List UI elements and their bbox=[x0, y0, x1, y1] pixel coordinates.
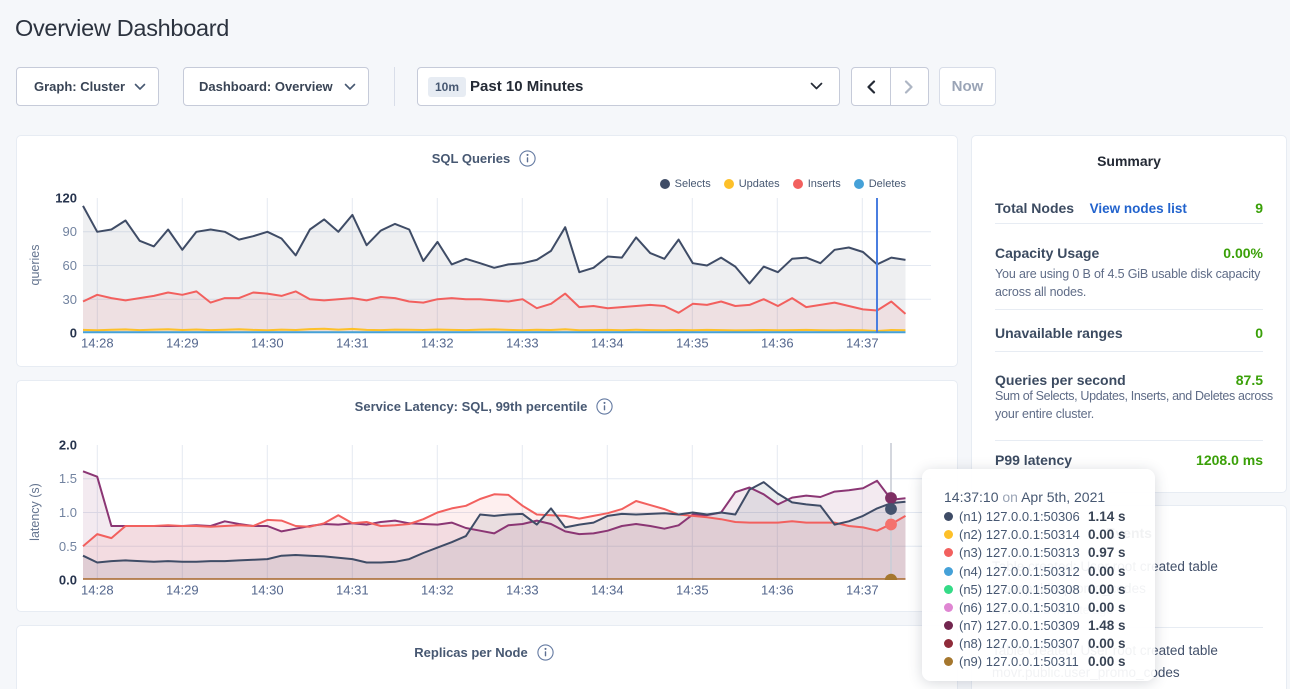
svg-text:14:34: 14:34 bbox=[591, 336, 624, 351]
svg-text:14:35: 14:35 bbox=[676, 583, 709, 598]
svg-text:14:32: 14:32 bbox=[421, 583, 454, 598]
svg-text:60: 60 bbox=[63, 258, 77, 273]
svg-text:30: 30 bbox=[63, 292, 77, 307]
svg-text:14:37: 14:37 bbox=[846, 336, 879, 351]
svg-text:14:30: 14:30 bbox=[251, 583, 284, 598]
svg-text:1.5: 1.5 bbox=[59, 471, 77, 486]
svg-text:14:31: 14:31 bbox=[336, 336, 369, 351]
svg-text:14:33: 14:33 bbox=[506, 336, 539, 351]
svg-text:14:33: 14:33 bbox=[506, 583, 539, 598]
svg-text:0.0: 0.0 bbox=[59, 573, 77, 588]
svg-text:1.0: 1.0 bbox=[59, 505, 77, 520]
svg-text:2.0: 2.0 bbox=[59, 438, 77, 453]
svg-text:14:30: 14:30 bbox=[251, 336, 284, 351]
svg-text:14:31: 14:31 bbox=[336, 583, 369, 598]
svg-text:queries: queries bbox=[28, 245, 42, 286]
svg-text:14:32: 14:32 bbox=[421, 336, 454, 351]
svg-text:0.5: 0.5 bbox=[59, 539, 77, 554]
svg-text:14:36: 14:36 bbox=[761, 336, 794, 351]
svg-text:0: 0 bbox=[70, 326, 77, 341]
svg-text:14:36: 14:36 bbox=[761, 583, 794, 598]
svg-text:14:34: 14:34 bbox=[591, 583, 624, 598]
svg-text:14:28: 14:28 bbox=[81, 583, 114, 598]
svg-text:14:29: 14:29 bbox=[166, 336, 199, 351]
svg-text:14:29: 14:29 bbox=[166, 583, 199, 598]
svg-text:14:28: 14:28 bbox=[81, 336, 114, 351]
svg-text:90: 90 bbox=[63, 224, 77, 239]
svg-text:latency (s): latency (s) bbox=[28, 483, 42, 541]
svg-text:14:37: 14:37 bbox=[846, 583, 879, 598]
svg-text:120: 120 bbox=[55, 191, 77, 206]
svg-text:14:35: 14:35 bbox=[676, 336, 709, 351]
